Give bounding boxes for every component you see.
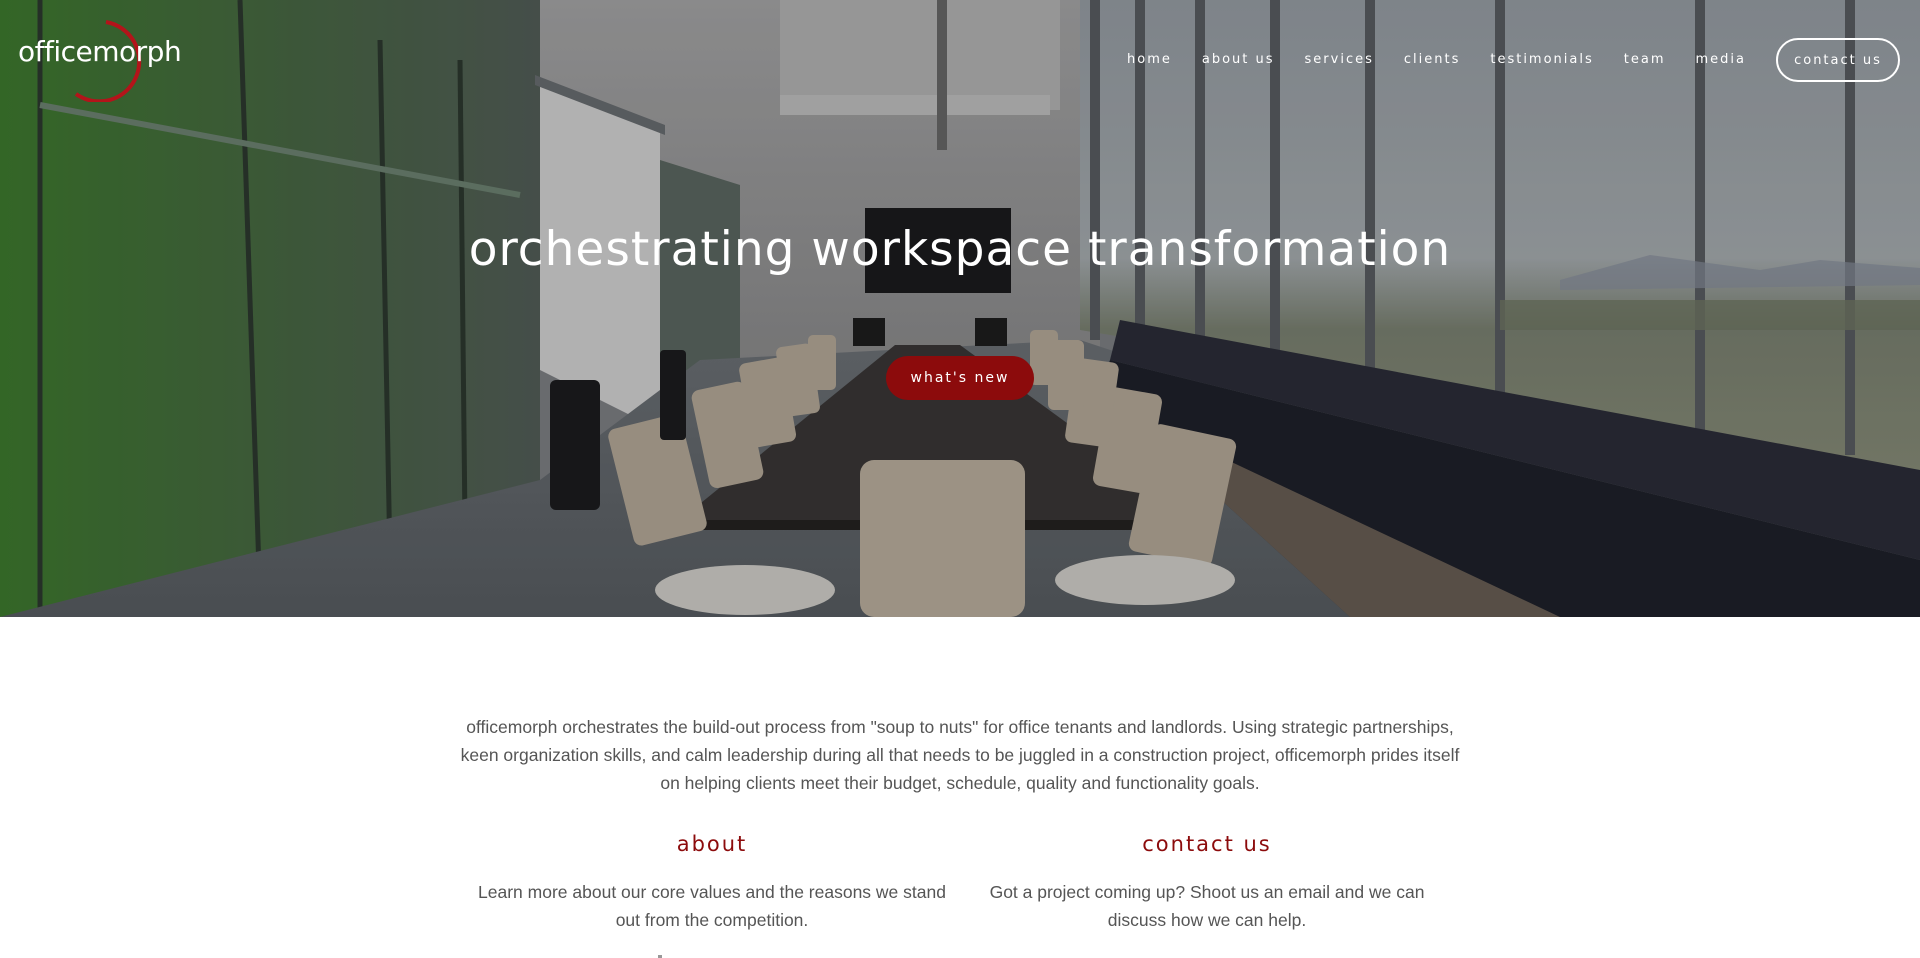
nav-item-home[interactable]: home [1127, 40, 1172, 80]
nav-item-about-us[interactable]: about us [1202, 40, 1275, 80]
hero-section: officemorph home about us services clien… [0, 0, 1920, 617]
contact-us-button[interactable]: contact us [1776, 38, 1900, 82]
hero-title: orchestrating workspace transformation [468, 222, 1452, 277]
officemorph-logo[interactable]: officemorph [18, 18, 188, 102]
intro-paragraph: officemorph orchestrates the build-out p… [460, 717, 1460, 793]
nav-item-media[interactable]: media [1696, 40, 1747, 80]
nav-item-services[interactable]: services [1305, 40, 1374, 80]
nav-item-team[interactable]: team [1624, 40, 1666, 80]
nav-item-testimonials[interactable]: testimonials [1490, 40, 1593, 80]
about-column: about Learn more about our core values a… [477, 830, 947, 934]
contact-description: Got a project coming up? Shoot us an ema… [989, 882, 1425, 930]
contact-column: contact us Got a project coming up? Shoo… [972, 830, 1442, 934]
nav-item-clients[interactable]: clients [1404, 40, 1460, 80]
logo-wordmark: officemorph [18, 35, 182, 68]
about-heading[interactable]: about [477, 830, 947, 858]
intro-section: officemorph orchestrates the build-out p… [0, 617, 1920, 958]
whats-new-button[interactable]: what's new [886, 356, 1034, 400]
main-nav: home about us services clients testimoni… [1127, 38, 1900, 82]
site-header: officemorph home about us services clien… [0, 0, 1920, 118]
about-description: Learn more about our core values and the… [478, 882, 946, 930]
contact-heading[interactable]: contact us [972, 830, 1442, 858]
